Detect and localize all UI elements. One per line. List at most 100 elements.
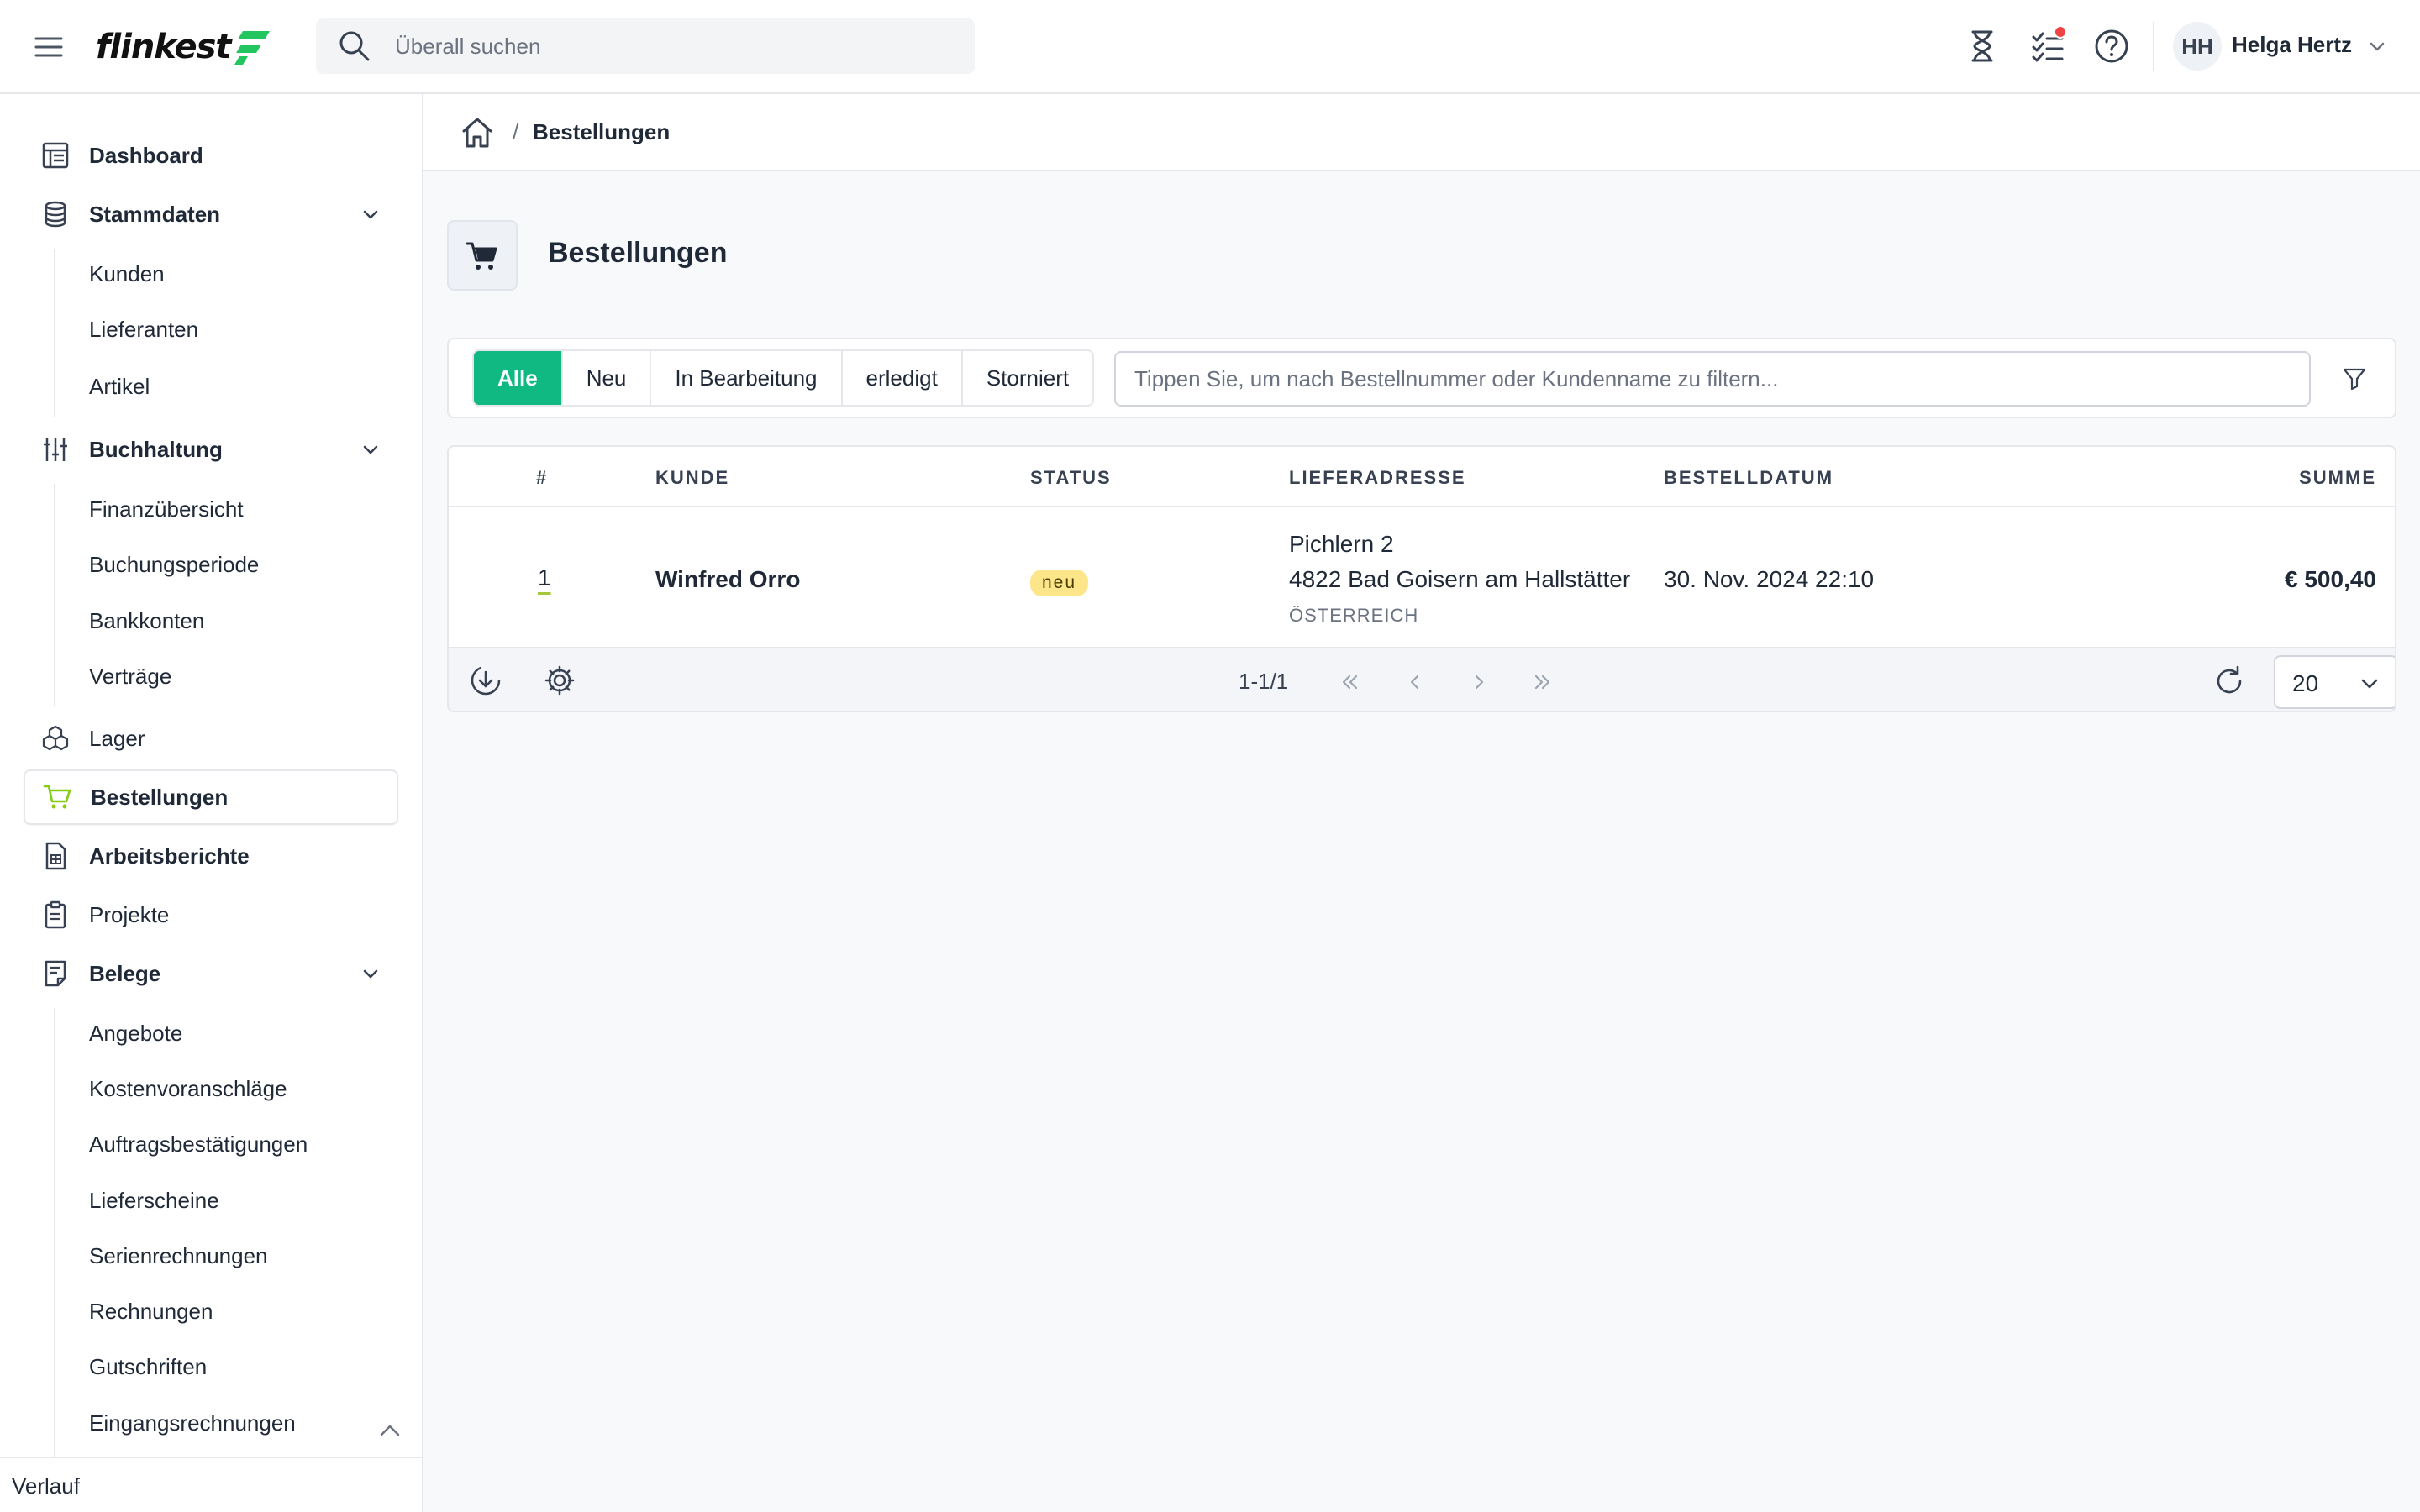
sidebar-item-dashboard[interactable]: Dashboard — [24, 129, 398, 181]
sidebar-item-label: Dashboard — [89, 142, 203, 168]
submenu-rail — [54, 249, 55, 417]
sidebar-subitem-serienrechnungen[interactable]: Serienrechnungen — [89, 1243, 268, 1269]
sidebar-item-label: Buchhaltung — [89, 436, 223, 462]
column-header-date[interactable]: BESTELLDATUM — [1664, 467, 1833, 489]
history-label: Verlauf — [12, 1473, 80, 1499]
boxes-icon — [42, 725, 69, 751]
sidebar-subitem-lieferanten[interactable]: Lieferanten — [89, 317, 198, 343]
sidebar-item-label: Bestellungen — [91, 784, 229, 810]
logo[interactable]: flinkest — [96, 24, 271, 71]
sidebar-subitem-eingangsrechnungen[interactable]: Eingangsrechnungen — [89, 1410, 296, 1436]
sidebar-item-bestellungen[interactable]: Bestellungen — [24, 769, 398, 825]
page-header-icon-box — [447, 220, 518, 291]
sidebar: Dashboard Stammdaten Kunden Lieferanten … — [0, 94, 424, 1512]
dashboard-icon — [42, 142, 69, 169]
help-icon[interactable] — [2092, 27, 2131, 66]
sidebar-item-label: Projekte — [89, 901, 170, 927]
page-title: Bestellungen — [548, 237, 728, 269]
cart-icon — [43, 785, 71, 809]
global-search-input[interactable] — [395, 33, 899, 60]
chevron-down-icon[interactable] — [2368, 37, 2386, 55]
next-page-icon[interactable] — [1467, 670, 1491, 694]
report-icon — [45, 842, 66, 870]
order-filter-input[interactable] — [1114, 351, 2311, 407]
sidebar-subitem-gutschriften[interactable]: Gutschriften — [89, 1354, 207, 1380]
sidebar-subitem-angebote[interactable]: Angebote — [89, 1021, 182, 1047]
tab-in-bearbeitung[interactable]: In Bearbeitung — [651, 351, 843, 405]
download-icon[interactable] — [469, 664, 502, 697]
customer-name[interactable]: Winfred Orro — [655, 566, 800, 593]
sidebar-subitem-buchungsperiode[interactable]: Buchungsperiode — [89, 552, 259, 578]
sliders-icon — [44, 438, 67, 461]
sidebar-subitem-rechnungen[interactable]: Rechnungen — [89, 1299, 213, 1325]
address-line-2: 4822 Bad Goisern am Hallstätter — [1289, 566, 1631, 592]
per-page-value: 20 — [2292, 670, 2319, 696]
sidebar-item-label: Belege — [89, 960, 161, 986]
notification-badge — [2054, 25, 2067, 39]
chevron-up-icon[interactable] — [378, 1421, 402, 1440]
sidebar-subitem-finanzuebersicht[interactable]: Finanzübersicht — [89, 496, 244, 522]
chevron-down-icon — [363, 210, 378, 219]
sidebar-item-arbeitsberichte[interactable]: Arbeitsberichte — [24, 830, 398, 882]
menu-icon[interactable] — [32, 30, 66, 64]
user-name[interactable]: Helga Hertz — [2232, 32, 2352, 58]
order-date: 30. Nov. 2024 22:10 — [1664, 566, 1875, 592]
column-header-customer[interactable]: KUNDE — [655, 467, 729, 489]
sidebar-item-label: Arbeitsberichte — [89, 843, 250, 869]
tab-erledigt[interactable]: erledigt — [843, 351, 963, 405]
breadcrumb-current: Bestellungen — [533, 119, 671, 144]
global-search[interactable] — [316, 18, 975, 74]
avatar[interactable]: HH — [2173, 22, 2222, 71]
pagination-range: 1-1/1 — [1239, 669, 1289, 694]
per-page-select[interactable]: 20 — [2274, 655, 2395, 709]
status-tabs: Alle Neu In Bearbeitung erledigt Stornie… — [472, 349, 1095, 407]
sidebar-subitem-bankkonten[interactable]: Bankkonten — [89, 608, 204, 634]
column-header-number[interactable]: # — [536, 467, 548, 489]
cart-icon — [466, 242, 497, 270]
sidebar-subitem-kostenvoranschlaege[interactable]: Kostenvoranschläge — [89, 1076, 287, 1102]
history-bar[interactable]: Verlauf — [0, 1457, 422, 1512]
submenu-rail — [54, 1008, 55, 1457]
table-header: # KUNDE STATUS LIEFERADRESSE BESTELLDATU… — [449, 447, 2395, 507]
home-icon[interactable] — [459, 114, 496, 151]
search-icon — [339, 31, 370, 61]
sidebar-subitem-vertraege[interactable]: Verträge — [89, 664, 171, 690]
column-header-address[interactable]: LIEFERADRESSE — [1289, 467, 1466, 489]
settings-gear-icon[interactable] — [543, 664, 576, 697]
tab-storniert[interactable]: Storniert — [963, 351, 1092, 405]
divider — [2153, 22, 2154, 71]
column-header-sum[interactable]: SUMME — [2299, 467, 2376, 489]
order-sum: € 500,40 — [2285, 566, 2376, 592]
table-row[interactable]: 1 Winfred Orro neu Pichlern 2 4822 Bad G… — [449, 507, 2395, 648]
logo-text: flinkest — [96, 28, 232, 66]
first-page-icon[interactable] — [1338, 670, 1361, 694]
status-badge: neu — [1030, 570, 1089, 596]
tab-neu[interactable]: Neu — [563, 351, 652, 405]
sidebar-item-projekte[interactable]: Projekte — [24, 889, 398, 941]
sidebar-item-label: Stammdaten — [89, 201, 221, 227]
sidebar-item-buchhaltung[interactable]: Buchhaltung — [24, 423, 398, 475]
sidebar-item-stammdaten[interactable]: Stammdaten — [24, 188, 398, 240]
receipt-icon — [45, 960, 66, 987]
address-line-1: Pichlern 2 — [1289, 531, 1394, 557]
main-content: / Bestellungen Bestellungen Alle Neu In … — [424, 94, 2420, 1512]
hourglass-icon[interactable] — [1963, 27, 2002, 66]
sidebar-subitem-auftragsbestaetigungen[interactable]: Auftragsbestätigungen — [89, 1131, 308, 1158]
sidebar-item-belege[interactable]: Belege — [24, 948, 398, 1000]
table-footer: 1-1/1 20 — [449, 648, 2395, 711]
sidebar-subitem-kunden[interactable]: Kunden — [89, 261, 165, 287]
filter-icon[interactable] — [2341, 365, 2368, 391]
order-number-link[interactable]: 1 — [538, 564, 551, 591]
sidebar-subitem-artikel[interactable]: Artikel — [89, 374, 150, 400]
previous-page-icon[interactable] — [1403, 670, 1427, 694]
tab-alle[interactable]: Alle — [474, 351, 563, 405]
last-page-icon[interactable] — [1531, 670, 1555, 694]
sidebar-subitem-lieferscheine[interactable]: Lieferscheine — [89, 1188, 219, 1214]
column-header-status[interactable]: STATUS — [1030, 467, 1112, 489]
top-bar: flinkest HH Helga Hertz — [0, 0, 2420, 94]
submenu-rail — [54, 484, 55, 706]
chevron-down-icon — [363, 969, 378, 979]
logo-mark-icon — [234, 31, 270, 65]
sidebar-item-lager[interactable]: Lager — [24, 712, 398, 764]
refresh-icon[interactable] — [2212, 664, 2247, 699]
